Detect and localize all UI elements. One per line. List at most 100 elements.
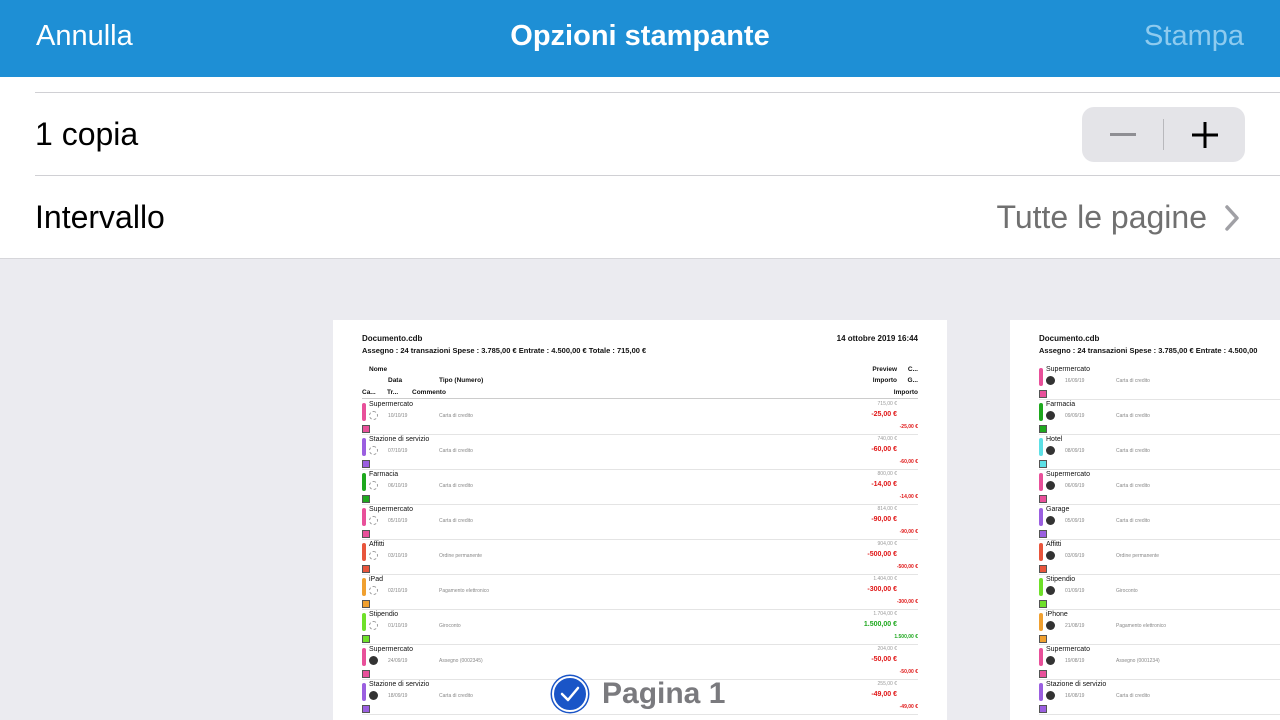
transaction-total: -25,00 € <box>899 424 918 430</box>
pending-icon <box>369 551 378 560</box>
page-selector[interactable]: Pagina 1 <box>530 668 750 720</box>
table-row: Hotel 08/09/19 Carta di credito <box>1039 435 1280 470</box>
range-label: Intervallo <box>35 199 165 235</box>
range-value[interactable]: Tutte le pagine <box>996 199 1207 236</box>
table-row: Stipendio 01/09/19 Giroconto <box>1039 575 1280 610</box>
category-swatch <box>1039 530 1047 538</box>
table-row: Supermercato 16/09/19 Carta di credito <box>1039 365 1280 400</box>
header-commento: Commento <box>412 389 446 396</box>
category-color-bar <box>1039 543 1043 561</box>
table-row: Farmacia 09/09/19 Carta di credito <box>1039 400 1280 435</box>
transaction-type: Ordine permanente <box>439 553 483 559</box>
transaction-type: Carta di credito <box>439 693 473 699</box>
transaction-date: 19/08/19 <box>1065 658 1085 664</box>
transaction-name: Stipendio <box>1046 576 1076 583</box>
transaction-name: Garage <box>1046 506 1070 513</box>
document-title: Documento.cdb <box>1039 334 1100 343</box>
transaction-type: Carta di credito <box>1116 448 1150 454</box>
pending-icon <box>369 446 378 455</box>
table-row: Stazione di servizio 16/08/19 Carta di cre… <box>1039 680 1280 715</box>
category-color-bar <box>362 508 366 526</box>
chevron-right-icon[interactable] <box>1224 205 1240 231</box>
category-color-bar <box>1039 683 1043 701</box>
transaction-name: Affitti <box>1046 541 1062 548</box>
transaction-total: -14,00 € <box>899 494 918 500</box>
category-swatch <box>362 705 370 713</box>
transaction-date: 03/09/19 <box>1065 553 1085 559</box>
copies-stepper <box>1082 107 1245 162</box>
category-color-bar <box>1039 648 1043 666</box>
category-color-bar <box>362 438 366 456</box>
transaction-name: Supermercato <box>1046 471 1090 478</box>
table-row: Affitti 03/10/19 Ordine permanente 904,00 €… <box>362 540 918 575</box>
increment-button[interactable] <box>1164 107 1245 162</box>
category-color-bar <box>362 473 366 491</box>
category-swatch <box>362 600 370 608</box>
transaction-total: 1.500,00 € <box>894 634 918 640</box>
page-preview-1[interactable]: Documento.cdb 14 ottobre 2019 16:44 Asse… <box>333 320 947 720</box>
transaction-type: Carta di credito <box>439 448 473 454</box>
header-c: C... <box>907 366 918 373</box>
transaction-name: Supermercato <box>1046 646 1090 653</box>
transaction-name: Farmacia <box>1046 401 1076 408</box>
transaction-name: Hotel <box>1046 436 1063 443</box>
transaction-date: 01/10/19 <box>388 623 408 629</box>
transaction-date: 16/08/19 <box>1065 693 1085 699</box>
transaction-type: Pagamento elettronico <box>1116 623 1167 629</box>
table-row: Supermercato 19/08/19 Assegno (0001234) <box>1039 645 1280 680</box>
page-label: Pagina 1 <box>602 677 726 710</box>
cleared-icon <box>1046 586 1055 595</box>
transaction-date: 07/10/19 <box>388 448 408 454</box>
decrement-button[interactable] <box>1082 107 1163 162</box>
category-color-bar <box>362 578 366 596</box>
preview-balance: 740,00 € <box>877 436 897 442</box>
transaction-date: 09/09/19 <box>1065 413 1085 419</box>
transaction-type: Carta di credito <box>439 518 473 524</box>
transaction-amount: -49,00 € <box>871 691 897 698</box>
transaction-name: Supermercato <box>369 401 413 408</box>
document-summary: Assegno : 24 transazioni Spese : 3.785,0… <box>1039 346 1258 355</box>
category-color-bar <box>362 403 366 421</box>
transaction-type: Carta di credito <box>1116 413 1150 419</box>
transaction-total: -60,00 € <box>899 459 918 465</box>
cleared-icon <box>1046 691 1055 700</box>
header-ca: Ca... <box>362 389 376 396</box>
cleared-icon <box>1046 621 1055 630</box>
document-date: 14 ottobre 2019 16:44 <box>836 334 918 343</box>
page-title: Opzioni stampante <box>510 20 770 52</box>
transaction-date: 05/09/19 <box>1065 518 1085 524</box>
cleared-icon <box>1046 481 1055 490</box>
pending-icon <box>369 586 378 595</box>
print-button[interactable]: Stampa <box>1144 20 1244 53</box>
table-row: Garage 05/09/19 Carta di credito <box>1039 505 1280 540</box>
transaction-total: -300,00 € <box>896 599 918 605</box>
category-swatch <box>1039 705 1047 713</box>
table-row: Affitti 03/09/19 Ordine permanente <box>1039 540 1280 575</box>
transaction-amount: -300,00 € <box>867 586 897 593</box>
preview-balance: 715,00 € <box>877 401 897 407</box>
transaction-type: Giroconto <box>439 623 461 629</box>
table-row: Stazione di servizio 07/10/19 Carta di cre… <box>362 435 918 470</box>
header-divider <box>362 398 918 399</box>
transaction-date: 03/10/19 <box>388 553 408 559</box>
transaction-date: 16/09/19 <box>1065 378 1085 384</box>
pending-icon <box>369 411 378 420</box>
pending-icon <box>369 481 378 490</box>
cleared-icon <box>1046 376 1055 385</box>
transaction-type: Carta di credito <box>439 483 473 489</box>
transaction-type: Carta di credito <box>439 413 473 419</box>
transaction-name: Stazione di servizio <box>1046 681 1107 688</box>
transaction-date: 10/10/19 <box>388 413 408 419</box>
header-importo-total: Importo <box>893 389 918 396</box>
transaction-date: 18/09/19 <box>388 693 408 699</box>
page-preview-2[interactable]: Documento.cdb Assegno : 24 transazioni S… <box>1010 320 1280 720</box>
table-row: Farmacia 06/10/19 Carta di credito 800,00 €… <box>362 470 918 505</box>
header-tipo: Tipo (Numero) <box>439 377 484 384</box>
transaction-date: 21/08/19 <box>1065 623 1085 629</box>
category-swatch <box>1039 460 1047 468</box>
transaction-name: Supermercato <box>369 646 413 653</box>
transaction-name: Stazione di servizio <box>369 436 430 443</box>
transaction-date: 24/09/19 <box>388 658 408 664</box>
category-color-bar <box>362 543 366 561</box>
checkmark-icon <box>552 676 588 712</box>
